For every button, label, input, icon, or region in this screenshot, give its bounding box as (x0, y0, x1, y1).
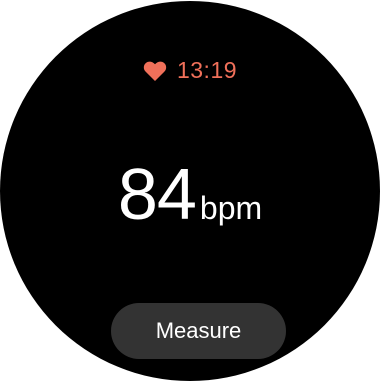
heart-rate-reading: 84 bpm (0, 159, 380, 231)
heart-rate-value: 84 (117, 155, 197, 235)
heart-rate-unit: bpm (199, 190, 263, 226)
measure-button[interactable]: Measure (111, 303, 286, 359)
status-row: 13:19 (0, 57, 380, 84)
watch-face: 13:19 84 bpm Measure (0, 1, 380, 381)
measure-button-label: Measure (155, 318, 242, 343)
heart-icon (143, 60, 167, 82)
time-label: 13:19 (176, 57, 238, 83)
